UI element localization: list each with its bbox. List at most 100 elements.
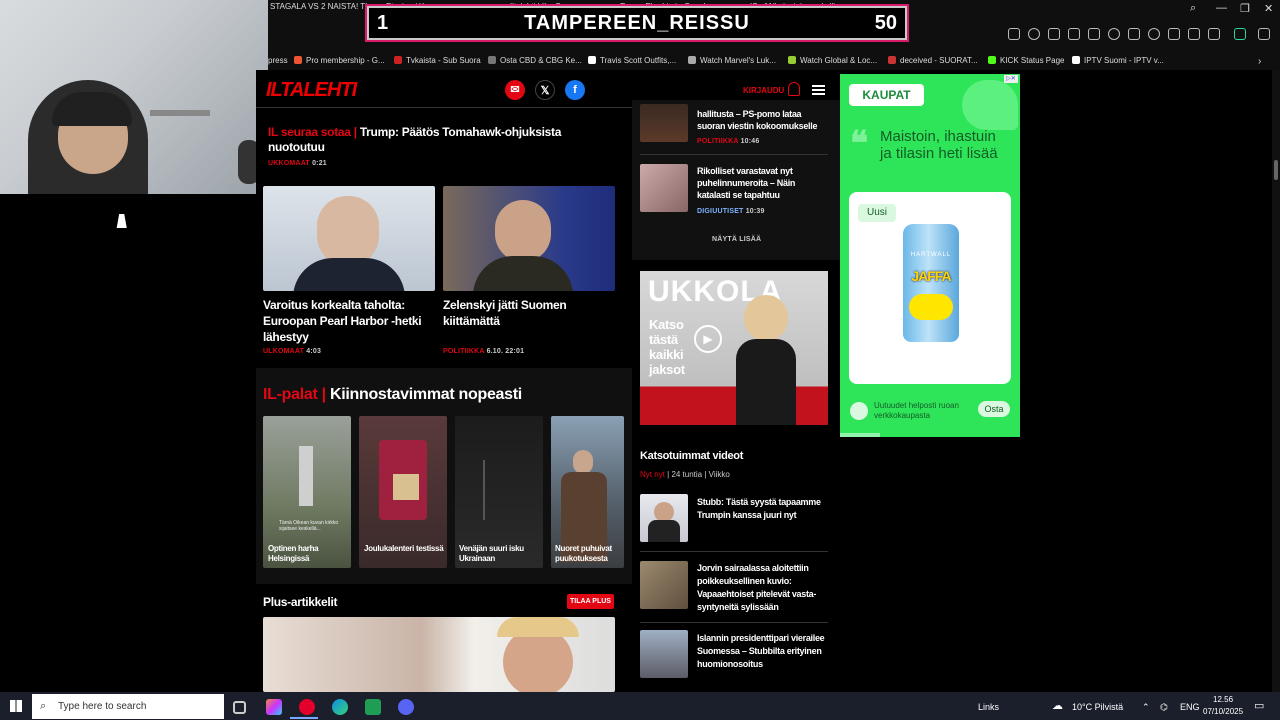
article-title[interactable]: Varoitus korkealta taholta: Euroopan Pea… <box>263 297 435 345</box>
news-title[interactable]: Rikolliset varastavat nyt puhelinnumeroi… <box>697 165 827 201</box>
play-icon[interactable]: ▶ <box>694 325 722 353</box>
news-title[interactable]: hallitusta – PS-pomo lataa suoran viesti… <box>697 108 827 132</box>
bookmarks-overflow-icon[interactable]: › <box>1258 56 1261 67</box>
top-story-title[interactable]: IL seuraa sotaa | Trump: Päätös Tomahawk… <box>268 125 618 155</box>
task-view-icon[interactable] <box>233 701 246 714</box>
notifications-icon[interactable]: ▭ <box>1254 699 1264 712</box>
app-icon[interactable] <box>365 699 381 715</box>
restore-icon[interactable]: ❐ <box>1240 2 1250 15</box>
ukkola-promo[interactable]: UKKOLA Katso tästä kaikki jaksot ▶ <box>640 271 828 425</box>
article-meta: ULKOMAAT 4:03 <box>263 348 322 355</box>
links-toolbar[interactable]: Links <box>978 702 999 712</box>
search-tabs-icon[interactable]: ⌕ <box>1190 2 1196 15</box>
facebook-icon[interactable]: f <box>565 80 585 100</box>
bookmark-item[interactable]: press <box>268 56 288 65</box>
site-logo[interactable]: ILTALEHTI <box>266 79 357 102</box>
language-indicator[interactable]: ENG <box>1180 702 1200 712</box>
clock-time[interactable]: 12.56 <box>1213 695 1233 704</box>
minimize-icon[interactable]: — <box>1216 2 1227 14</box>
clock-date[interactable]: 07/10/2025 <box>1203 707 1243 716</box>
edge-icon[interactable] <box>332 699 348 715</box>
bookmark-item[interactable]: Pro membership - G... <box>294 56 385 65</box>
news-thumb[interactable] <box>640 164 688 212</box>
subscribe-plus-button[interactable]: TILAA PLUS <box>567 594 614 609</box>
edit-icon[interactable] <box>1048 28 1060 40</box>
bookmark-item[interactable]: Tvkaista - Sub Suora <box>394 56 481 65</box>
webcam-overlay <box>0 0 268 194</box>
copilot-icon[interactable] <box>266 699 282 715</box>
bookmark-item[interactable]: Watch Marvel's Luk... <box>688 56 776 65</box>
video-filters: Nyt nyt | 24 tuntia | Viikko <box>640 470 730 479</box>
counter-title: TAMPEREEN_REISSU <box>524 12 750 34</box>
login-link[interactable]: KIRJAUDU <box>743 86 784 95</box>
heart-icon[interactable] <box>1148 28 1160 40</box>
plus-article-image[interactable] <box>263 617 615 692</box>
bookmark-item[interactable]: deceived - SUORAT... <box>888 56 978 65</box>
shield-icon[interactable] <box>1088 28 1100 40</box>
plus-section-title: Plus-artikkelit <box>263 595 338 609</box>
video-title[interactable]: Islannin presidenttipari vierailee Suome… <box>697 632 827 671</box>
tray-expand-icon[interactable]: ⌃ <box>1142 702 1150 713</box>
bookmark-item[interactable]: KICK Status Page <box>988 56 1064 65</box>
user-icon[interactable] <box>788 82 800 96</box>
ad-buy-button[interactable]: Osta <box>978 401 1010 417</box>
mouse-cursor-icon <box>116 214 130 228</box>
counter-right-value: 50 <box>874 12 897 34</box>
hamburger-menu-bar <box>812 89 825 91</box>
discord-icon[interactable] <box>398 699 414 715</box>
filter-24h[interactable]: 24 tuntia <box>671 470 702 479</box>
video-title[interactable]: Jorvin sairaalassa aloitettiin poikkeuks… <box>697 562 827 614</box>
menu-icon[interactable] <box>1258 28 1270 40</box>
heart-graphic <box>962 80 1018 130</box>
settings-icon[interactable] <box>1108 28 1120 40</box>
article-title[interactable]: Zelenskyi jätti Suomen kiittämättä <box>443 297 615 329</box>
heart-icon <box>850 402 868 420</box>
weather-icon: ☁ <box>1052 700 1063 712</box>
stream-counter-overlay: 1 TAMPEREEN_REISSU 50 <box>365 4 909 42</box>
filter-now[interactable]: Nyt nyt <box>640 470 665 479</box>
weather-text[interactable]: 10°C Pilvistä <box>1072 702 1123 712</box>
article-image[interactable] <box>443 186 615 291</box>
top-story-meta: UKKOMAAT 0:21 <box>268 160 327 167</box>
article-image[interactable] <box>263 186 435 291</box>
play-icon[interactable] <box>1128 28 1140 40</box>
bookmarks-bar: press Pro membership - G... Tvkaista - S… <box>268 52 1280 70</box>
download-icon[interactable] <box>1168 28 1180 40</box>
tab[interactable]: STAGALA VS 2 NAISTA! TI <box>270 2 370 14</box>
video-title[interactable]: Stubb: Tästä syystä tapaamme Trumpin kan… <box>697 496 827 522</box>
bookmark-item[interactable]: IPTV Suomi - IPTV v... <box>1072 56 1164 65</box>
close-icon[interactable]: ✕ <box>1264 2 1273 15</box>
mail-icon[interactable]: ✉ <box>505 80 525 100</box>
short-title[interactable]: Optinen harha Helsingissä <box>268 544 348 564</box>
opera-icon[interactable] <box>299 699 315 715</box>
extension-icon[interactable] <box>1008 28 1020 40</box>
ad-choices-icon[interactable]: ▷✕ <box>1004 75 1018 83</box>
video-thumb[interactable] <box>640 494 688 542</box>
taskbar-search-box[interactable]: ⌕ Type here to search <box>32 694 224 719</box>
search-icon[interactable] <box>1028 28 1040 40</box>
show-more-link[interactable]: NÄYTÄ LISÄÄ <box>712 236 761 243</box>
bookmark-item[interactable]: Watch Global & Loc... <box>788 56 877 65</box>
x-icon[interactable]: 𝕏 <box>535 80 555 100</box>
filter-week[interactable]: Viikko <box>709 470 730 479</box>
short-title[interactable]: Nuoret puhuivat puukotuksesta <box>555 544 621 564</box>
divider <box>640 551 828 552</box>
news-thumb[interactable] <box>640 104 688 142</box>
page-scrollbar[interactable] <box>1272 70 1280 692</box>
bookmark-item[interactable]: Osta CBD & CBG Ke... <box>488 56 582 65</box>
video-thumb[interactable] <box>640 561 688 609</box>
windows-start-icon[interactable] <box>10 700 22 712</box>
lock-icon[interactable] <box>1208 28 1220 40</box>
short-title[interactable]: Venäjän suuri isku Ukrainaan <box>459 544 539 564</box>
ad-new-badge: Uusi <box>858 204 896 222</box>
history-icon[interactable] <box>1188 28 1200 40</box>
scrollbar-thumb[interactable] <box>1274 160 1278 180</box>
kaupat-advertisement[interactable]: KAUPAT ❝ Maistoin, ihastuin ja tilasin h… <box>840 74 1020 437</box>
vpn-icon[interactable] <box>1234 28 1246 40</box>
shorts-section-title: IL-palat | Kiinnostavimmat nopeasti <box>263 386 522 403</box>
short-title[interactable]: Joulukalenteri testissä <box>364 544 444 554</box>
bookmark-item[interactable]: Travis Scott Outfits,... <box>588 56 676 65</box>
video-thumb[interactable] <box>640 630 688 678</box>
camera-icon[interactable] <box>1068 28 1080 40</box>
network-icon[interactable]: ⌬ <box>1160 702 1168 713</box>
